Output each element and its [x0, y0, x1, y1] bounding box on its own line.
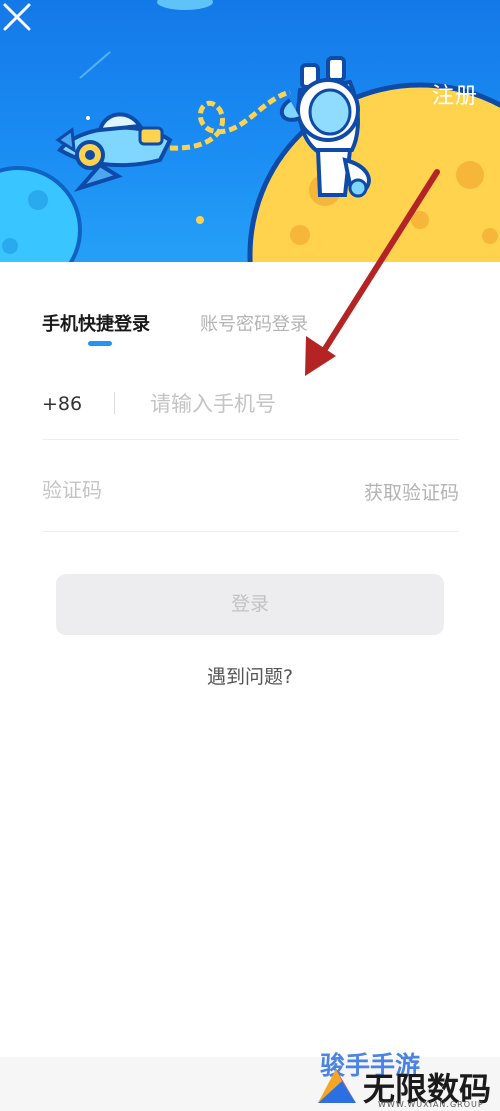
- astronaut-illustration: [0, 0, 500, 262]
- register-link[interactable]: 注册: [432, 78, 478, 110]
- login-tabs: 手机快捷登录 账号密码登录: [42, 310, 462, 350]
- tab-password-login[interactable]: 账号密码登录: [200, 310, 308, 336]
- verification-code-row: 获取验证码: [42, 460, 459, 532]
- phone-field-row: +86: [42, 372, 459, 440]
- watermark-url-text: WWW.WUXIAN.GROUP: [378, 1100, 484, 1109]
- verification-code-input[interactable]: [42, 472, 292, 508]
- watermark-logo-icon: [318, 1069, 356, 1103]
- tab-phone-login[interactable]: 手机快捷登录: [42, 310, 150, 336]
- close-icon[interactable]: [0, 0, 34, 34]
- active-tab-indicator: [88, 341, 112, 346]
- help-link[interactable]: 遇到问题?: [0, 662, 500, 689]
- divider: [114, 392, 115, 414]
- phone-input[interactable]: [150, 386, 450, 422]
- country-code-selector[interactable]: +86: [42, 393, 82, 415]
- hero-banner: 注册: [0, 0, 500, 262]
- get-code-button[interactable]: 获取验证码: [364, 478, 459, 505]
- login-button[interactable]: 登录: [56, 574, 444, 635]
